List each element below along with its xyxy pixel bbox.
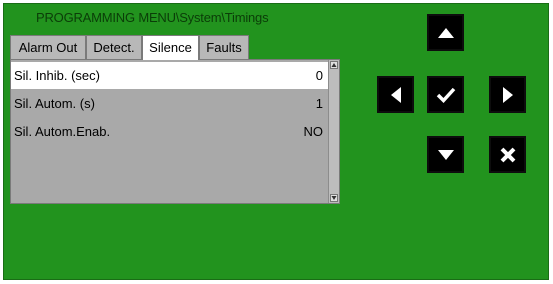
list-item-sil-inhib[interactable]: Sil. Inhib. (sec) 0	[11, 62, 329, 89]
tab-silence[interactable]: Silence	[142, 35, 199, 60]
check-icon	[436, 87, 456, 103]
arrow-down-icon	[437, 149, 455, 161]
down-button[interactable]	[427, 136, 464, 173]
arrow-up-icon	[437, 27, 455, 39]
scroll-down-icon[interactable]	[330, 194, 338, 202]
x-icon	[499, 146, 517, 164]
tab-alarm-out[interactable]: Alarm Out	[10, 35, 86, 59]
menu-path-title: PROGRAMMING MENU\System\Timings	[36, 10, 269, 25]
settings-list: Sil. Inhib. (sec) 0 Sil. Autom. (s) 1 Si…	[10, 59, 340, 204]
list-item-value: 1	[315, 96, 323, 111]
cancel-button[interactable]	[489, 136, 526, 173]
display-panel: PROGRAMMING MENU\System\Timings Alarm Ou…	[3, 3, 549, 280]
list-item-label: Sil. Autom.Enab.	[14, 124, 111, 139]
scrollbar[interactable]	[328, 60, 339, 203]
confirm-button[interactable]	[427, 76, 464, 113]
tab-detect[interactable]: Detect.	[86, 35, 142, 59]
up-button[interactable]	[427, 14, 464, 51]
list-item-sil-autom-enab[interactable]: Sil. Autom.Enab. NO	[11, 118, 329, 145]
list-item-sil-autom[interactable]: Sil. Autom. (s) 1	[11, 90, 329, 117]
arrow-right-icon	[502, 86, 514, 104]
list-item-label: Sil. Autom. (s)	[14, 96, 95, 111]
left-button[interactable]	[377, 76, 414, 113]
list-item-value: 0	[315, 68, 323, 83]
arrow-left-icon	[390, 86, 402, 104]
right-button[interactable]	[489, 76, 526, 113]
list-item-value: NO	[303, 124, 324, 139]
tab-faults[interactable]: Faults	[199, 35, 249, 59]
screen: PROGRAMMING MENU\System\Timings Alarm Ou…	[0, 0, 553, 284]
scroll-up-icon[interactable]	[330, 61, 338, 69]
list-item-label: Sil. Inhib. (sec)	[14, 68, 100, 83]
